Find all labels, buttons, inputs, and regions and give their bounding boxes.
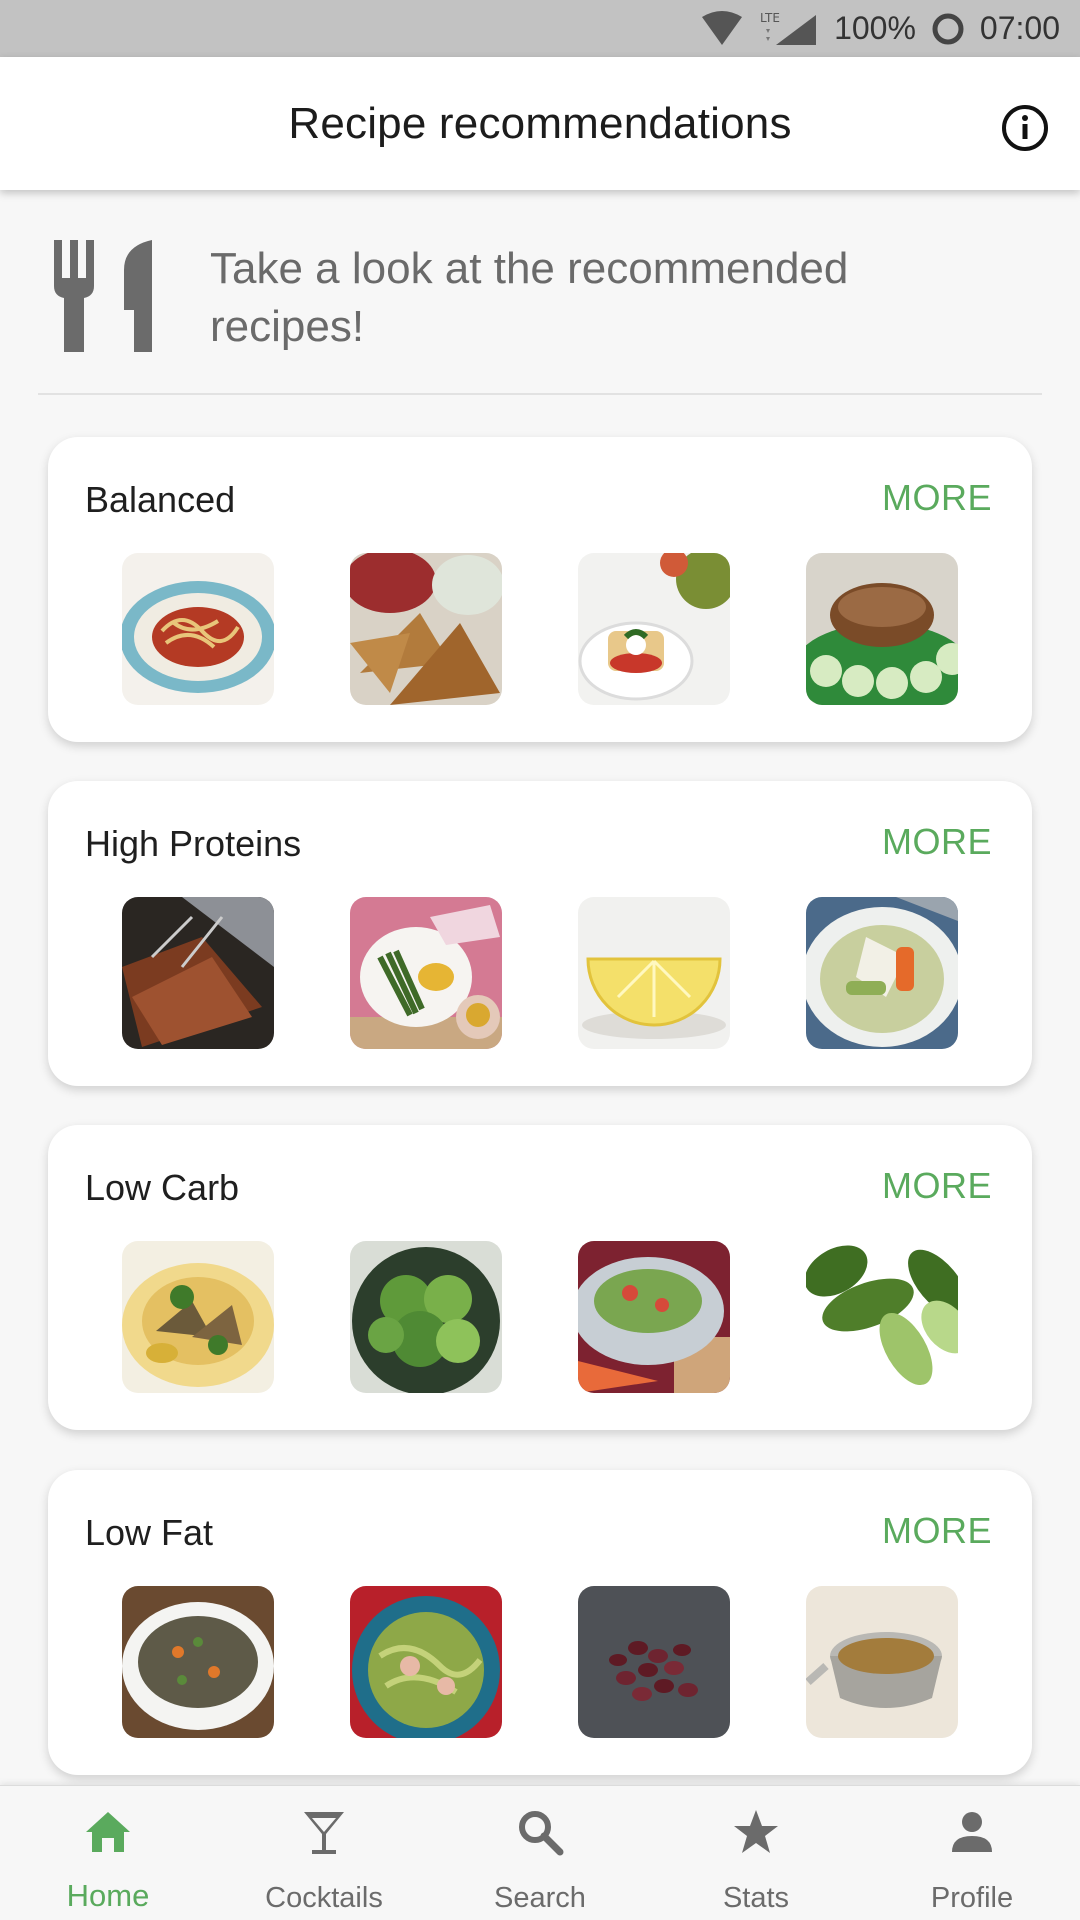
- more-button[interactable]: MORE: [882, 1165, 992, 1207]
- nav-label: Search: [494, 1882, 586, 1914]
- intro-text: Take a look at the recommended recipes!: [210, 244, 849, 351]
- person-icon: [952, 1812, 992, 1852]
- recipe-thumbnail-spaghetti[interactable]: [122, 553, 274, 705]
- recipe-thumbnail-lentils-cup[interactable]: [806, 1586, 958, 1738]
- nav-item-home[interactable]: Home: [0, 1786, 216, 1920]
- search-icon: [519, 1811, 564, 1856]
- recipe-thumbnail-chicken-plate[interactable]: [122, 1241, 274, 1393]
- recipe-thumbnail-lemon[interactable]: [578, 897, 730, 1049]
- divider: [38, 393, 1042, 395]
- star-icon: [734, 1810, 778, 1853]
- intro-banner: Take a look at the recommended recipes!: [0, 190, 1080, 395]
- category-title: Low Fat: [85, 1512, 214, 1553]
- more-button[interactable]: MORE: [882, 1510, 992, 1552]
- nav-item-search[interactable]: Search: [432, 1786, 648, 1920]
- cocktail-icon: [304, 1812, 344, 1854]
- nav-label: Cocktails: [265, 1882, 383, 1914]
- recipe-thumbnail-skewers[interactable]: [122, 897, 274, 1049]
- category-card-balanced: Balanced MORE: [48, 437, 1032, 742]
- page-title: Recipe recommendations: [288, 98, 792, 148]
- clock: 07:00: [979, 10, 1060, 46]
- info-icon[interactable]: [1000, 103, 1050, 153]
- nav-item-stats[interactable]: Stats: [648, 1786, 864, 1920]
- battery-percent: 100%: [834, 10, 916, 46]
- recipe-thumbnail-pita-chips[interactable]: [350, 553, 502, 705]
- wifi-icon: [702, 10, 743, 45]
- recipe-thumbnail-salad-bowl[interactable]: [578, 1241, 730, 1393]
- recipe-thumbnail-asparagus[interactable]: [350, 897, 502, 1049]
- app-root: LTE 100% 07:00 Recipe recommendations Ta…: [0, 0, 1080, 1920]
- nav-label: Home: [66, 1878, 150, 1913]
- recipe-thumbnail-lentil-bowl[interactable]: [122, 1586, 274, 1738]
- more-button[interactable]: MORE: [882, 821, 992, 863]
- fork-knife-icon: [54, 240, 152, 352]
- recipe-thumbnail-red-beans[interactable]: [578, 1586, 730, 1738]
- status-bar: LTE 100% 07:00: [0, 0, 1080, 57]
- cell-signal-icon: LTE: [760, 11, 817, 45]
- recipe-thumbnail-cucumbers[interactable]: [806, 1241, 958, 1393]
- category-title: Low Carb: [85, 1167, 240, 1208]
- category-title: Balanced: [85, 479, 236, 520]
- recipe-thumbnail-noodle-salad[interactable]: [350, 1586, 502, 1738]
- category-card-low-fat: Low Fat MORE: [48, 1470, 1032, 1775]
- recipe-thumbnail-chicken-soup[interactable]: [806, 897, 958, 1049]
- recipe-thumbnail-dip-cucumber[interactable]: [806, 553, 958, 705]
- more-button[interactable]: MORE: [882, 477, 992, 519]
- nav-label: Profile: [930, 1882, 1014, 1914]
- nav-item-profile[interactable]: Profile: [864, 1786, 1080, 1920]
- bottom-navigation: Home Cocktails Search Stats Profile: [0, 1785, 1080, 1920]
- home-icon: [86, 1812, 130, 1852]
- category-card-low-carb: Low Carb MORE: [48, 1125, 1032, 1430]
- nav-label: Stats: [722, 1882, 790, 1914]
- nav-item-cocktails[interactable]: Cocktails: [216, 1786, 432, 1920]
- svg-text:LTE: LTE: [760, 11, 780, 25]
- category-card-high-proteins: High Proteins MORE: [48, 781, 1032, 1086]
- top-app-bar: Recipe recommendations: [0, 57, 1080, 190]
- recipe-thumbnail-green-salad[interactable]: [350, 1241, 502, 1393]
- recipe-thumbnail-tomato-toast[interactable]: [578, 553, 730, 705]
- battery-ring-icon: [932, 13, 964, 44]
- category-title: High Proteins: [85, 823, 302, 864]
